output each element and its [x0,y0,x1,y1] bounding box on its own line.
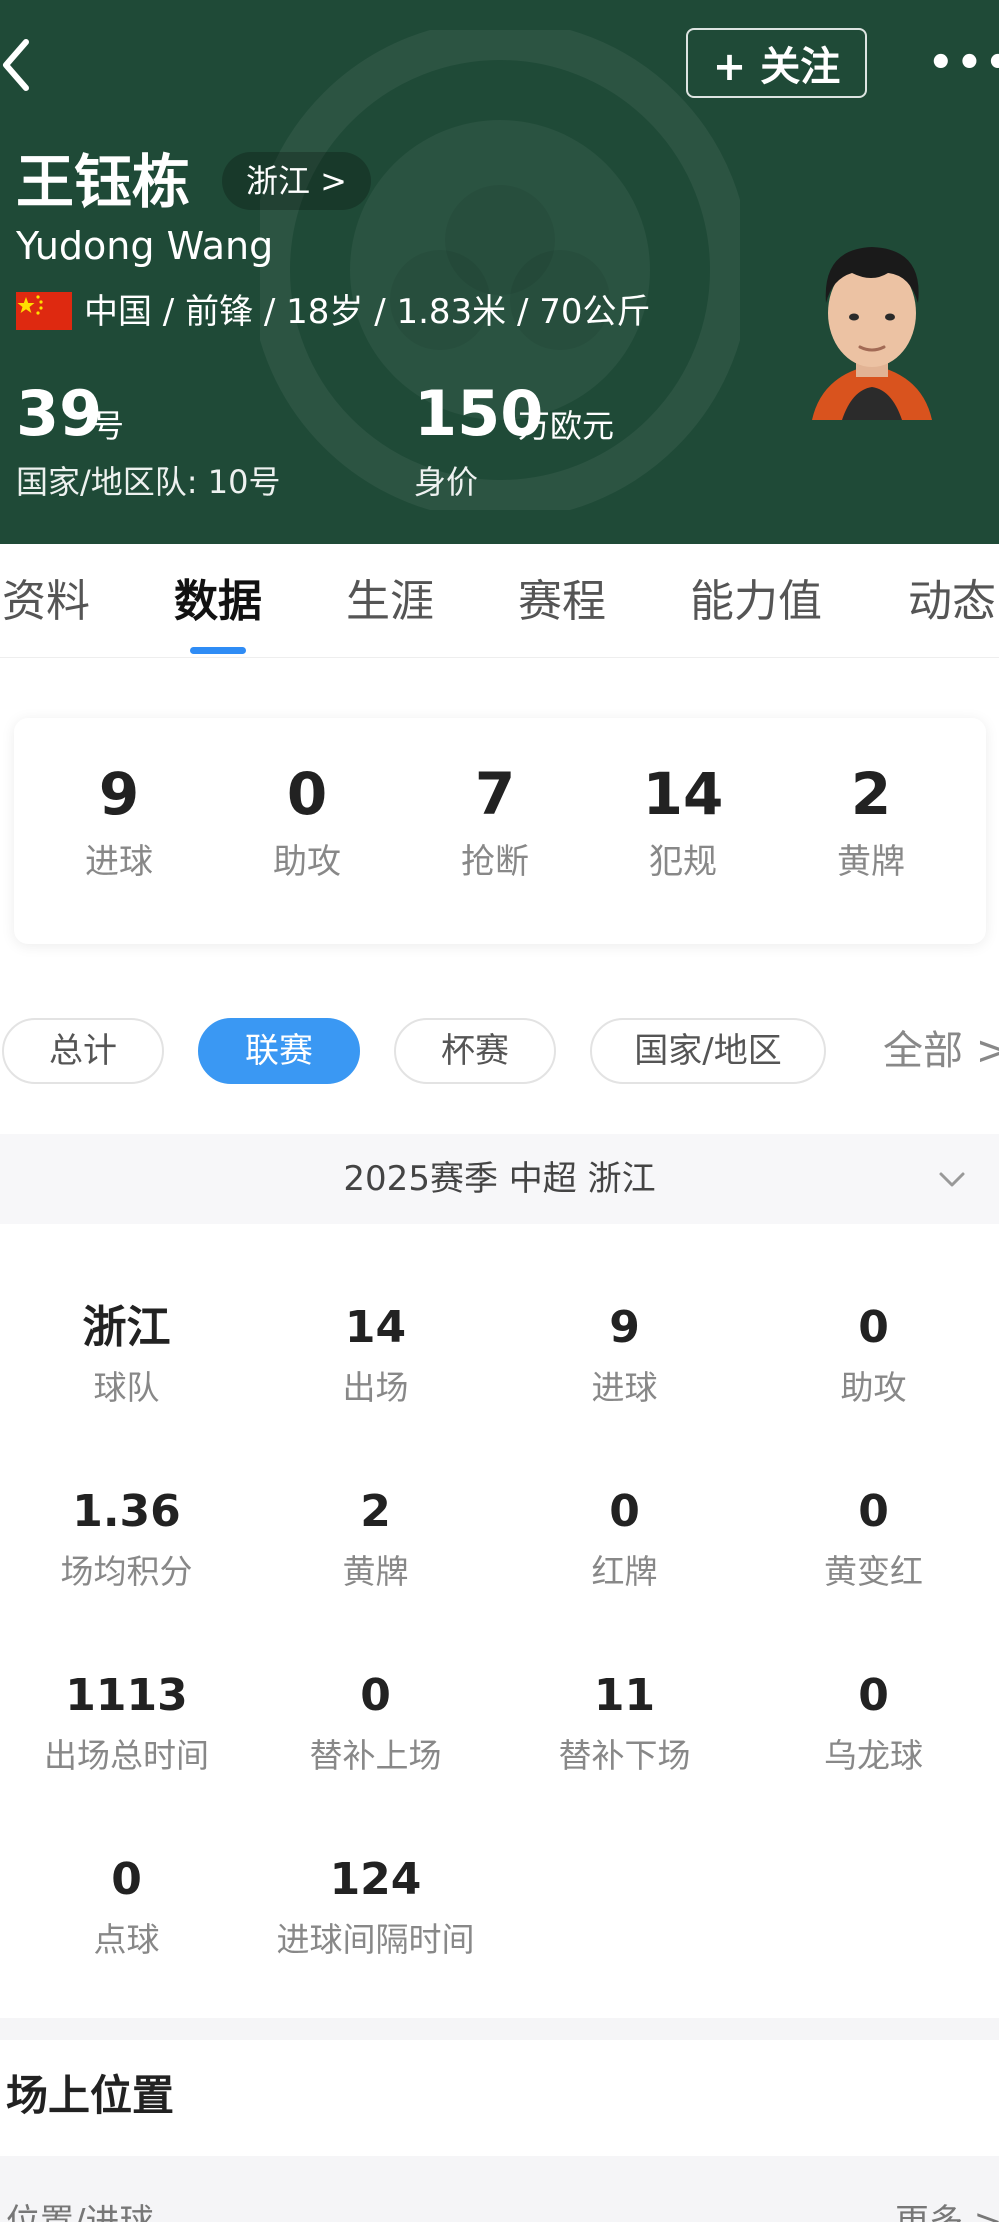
stat-value: 0 [360,1670,391,1721]
player-avatar [812,247,932,420]
stat-value: 0 [858,1670,889,1721]
position-column-label: 位置/进球 [6,2202,154,2222]
stat-value: 1113 [65,1670,188,1721]
filter-all-link[interactable]: 全部 > [883,1023,999,1079]
summary-label: 进球 [85,842,153,882]
stat-item: 11 替补下场 [500,1668,749,1780]
summary-value: 2 [850,760,892,828]
stat-label: 出场总时间 [44,1736,209,1775]
tab-stats[interactable]: 数据 [174,574,262,630]
summary-label: 黄牌 [837,842,905,882]
player-info-line: 中国 / 前锋 / 18岁 / 1.83米 / 70公斤 [84,292,651,332]
tab-schedule[interactable]: 赛程 [518,574,606,630]
player-header: + 关注 ••• 王钰栋 浙江 > Yudong Wang 中国 / 前锋 / … [0,0,999,544]
section-divider [0,2018,999,2040]
stat-label: 进球 [591,1368,658,1407]
profile-tabs: 资料 数据 生涯 赛程 能力值 动态 [0,544,999,658]
stat-item: 0 替补上场 [251,1668,500,1780]
active-tab-indicator [190,647,246,654]
season-selector[interactable]: 2025赛季 中超 浙江 [0,1134,999,1224]
stat-value: 0 [609,1486,640,1537]
stat-value: 0 [858,1486,889,1537]
market-value-unit: 万欧元 [518,407,615,445]
summary-value: 14 [642,760,724,828]
stat-item: 1113 出场总时间 [2,1668,251,1780]
stat-item: 0 红牌 [500,1484,749,1596]
stat-item: 0 黄变红 [749,1484,998,1596]
summary-label: 犯规 [649,842,717,882]
stat-item: 14 出场 [251,1300,500,1412]
stat-label: 黄变红 [824,1552,923,1591]
summary-label: 助攻 [273,842,341,882]
filter-chip-cup[interactable]: 杯赛 [394,1018,556,1084]
filter-chip-league[interactable]: 联赛 [198,1018,360,1084]
summary-label: 抢断 [461,842,529,882]
summary-item-yellow-cards: 2 黄牌 [776,758,966,886]
stat-item: 9 进球 [500,1300,749,1412]
national-team-number: 国家/地区队: 10号 [16,463,281,501]
stat-label: 助攻 [840,1368,907,1407]
stat-item: 0 点球 [2,1852,251,1964]
stat-label: 场均积分 [60,1552,193,1591]
more-options-button[interactable]: ••• [928,38,999,88]
follow-button[interactable]: + 关注 [686,28,867,98]
season-label: 2025赛季 中超 浙江 [343,1159,656,1199]
summary-stats-card: 9 进球 0 助攻 7 抢断 14 犯规 2 黄牌 [14,718,986,944]
stat-label: 替补下场 [558,1736,691,1775]
stat-label: 红牌 [591,1552,658,1591]
stat-value: 0 [858,1302,889,1353]
stat-value: 0 [111,1854,142,1905]
filter-chip-national[interactable]: 国家/地区 [590,1018,826,1084]
position-header-row: 位置/进球 更多 > [0,2156,999,2222]
summary-item-goals: 9 进球 [24,758,214,886]
stat-item: 0 助攻 [749,1300,998,1412]
club-link[interactable]: 浙江 > [222,152,371,210]
china-flag-icon [16,292,72,330]
stat-value: 9 [609,1302,640,1353]
position-more-link[interactable]: 更多 > [895,2198,999,2222]
stat-value: 14 [344,1302,407,1353]
stat-label: 球队 [93,1368,160,1407]
summary-value: 0 [286,760,328,828]
player-name: 王钰栋 [16,148,191,216]
stat-label: 出场 [342,1368,409,1407]
player-english-name: Yudong Wang [16,224,274,268]
summary-item-assists: 0 助攻 [212,758,402,886]
summary-item-fouls: 14 犯规 [588,758,778,886]
stat-value: 1.36 [72,1486,181,1537]
tab-career[interactable]: 生涯 [346,574,434,630]
stat-label: 进球间隔时间 [276,1920,475,1959]
market-value-label: 身价 [414,463,479,501]
back-button[interactable] [0,30,60,100]
stat-item: 1.36 场均积分 [2,1484,251,1596]
tab-ability[interactable]: 能力值 [690,574,822,630]
stat-item: 2 黄牌 [251,1484,500,1596]
stat-item: 124 进球间隔时间 [251,1852,500,1964]
filter-chip-total[interactable]: 总计 [2,1018,164,1084]
summary-item-tackles: 7 抢断 [400,758,590,886]
stat-value: 2 [360,1486,391,1537]
stat-value: 11 [593,1670,656,1721]
stat-value: 浙江 [82,1302,171,1353]
stat-label: 黄牌 [342,1552,409,1591]
back-arrow-icon [3,39,29,91]
shirt-number-unit: 号 [92,407,125,445]
stat-label: 替补上场 [309,1736,442,1775]
stat-label: 点球 [93,1920,160,1959]
chevron-down-icon [939,1172,965,1187]
tab-news[interactable]: 动态 [908,574,996,630]
summary-value: 9 [98,760,140,828]
summary-value: 7 [474,760,516,828]
tab-profile[interactable]: 资料 [2,574,90,630]
stat-item: 浙江 球队 [2,1300,251,1412]
shirt-number: 39 [16,377,103,450]
stat-label: 乌龙球 [824,1736,923,1775]
stat-value: 124 [329,1854,422,1905]
stat-item: 0 乌龙球 [749,1668,998,1780]
position-section-title: 场上位置 [6,2071,175,2120]
